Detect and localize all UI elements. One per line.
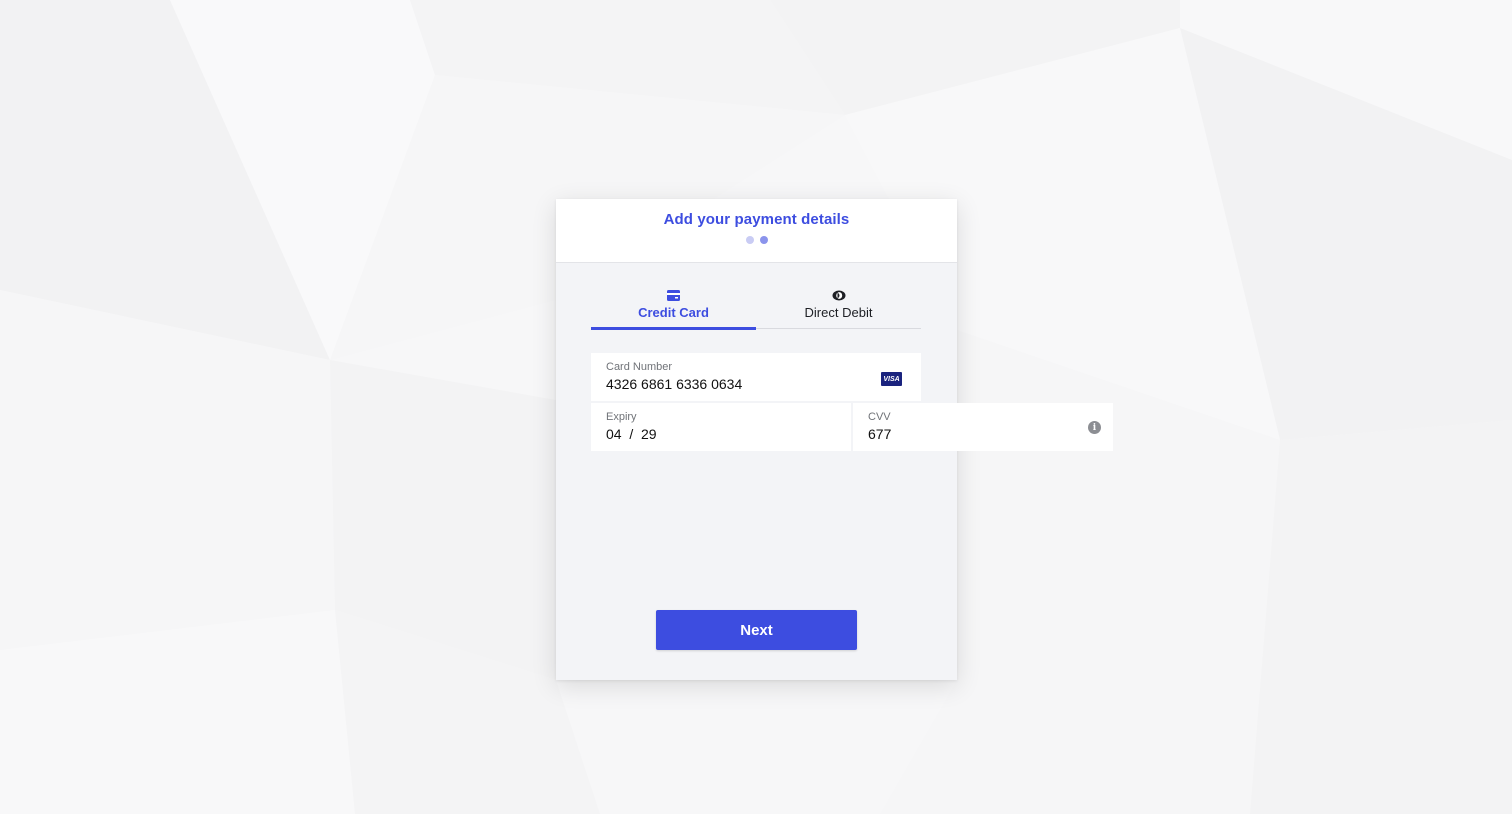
tab-direct-debit[interactable]: Direct Debit — [756, 288, 921, 328]
card-form: Card Number 4326 6861 6336 0634 VISA Exp… — [591, 353, 1113, 451]
expiry-field[interactable]: Expiry 04 / 29 — [591, 403, 851, 451]
cvv-label: CVV — [868, 411, 891, 423]
credit-card-icon — [667, 288, 680, 302]
step-indicator — [556, 236, 957, 244]
step-dot-2 — [759, 236, 768, 244]
card-header: Add your payment details — [556, 199, 957, 263]
payment-card: Add your payment details Credit Card Dir… — [556, 199, 1113, 680]
direct-debit-icon — [832, 288, 846, 302]
expiry-cvv-row: Expiry 04 / 29 CVV 677 i — [591, 403, 1113, 451]
expiry-label: Expiry — [606, 411, 637, 423]
cvv-input[interactable]: 677 — [868, 426, 1098, 442]
payment-method-tabs: Credit Card Direct Debit — [591, 288, 921, 330]
visa-logo-icon: VISA — [881, 372, 902, 386]
next-button[interactable]: Next — [656, 610, 857, 650]
card-number-input[interactable]: 4326 6861 6336 0634 — [606, 376, 836, 392]
card-number-field[interactable]: Card Number 4326 6861 6336 0634 VISA — [591, 353, 921, 401]
tab-credit-card[interactable]: Credit Card — [591, 288, 756, 330]
expiry-input[interactable]: 04 / 29 — [606, 426, 836, 442]
step-dot-1 — [745, 236, 754, 244]
tab-credit-card-label: Credit Card — [638, 305, 709, 320]
card-number-label: Card Number — [606, 361, 673, 373]
page-title: Add your payment details — [663, 211, 850, 228]
info-icon[interactable]: i — [1088, 421, 1101, 434]
tab-direct-debit-label: Direct Debit — [804, 305, 873, 320]
cvv-field[interactable]: CVV 677 i — [853, 403, 1113, 451]
